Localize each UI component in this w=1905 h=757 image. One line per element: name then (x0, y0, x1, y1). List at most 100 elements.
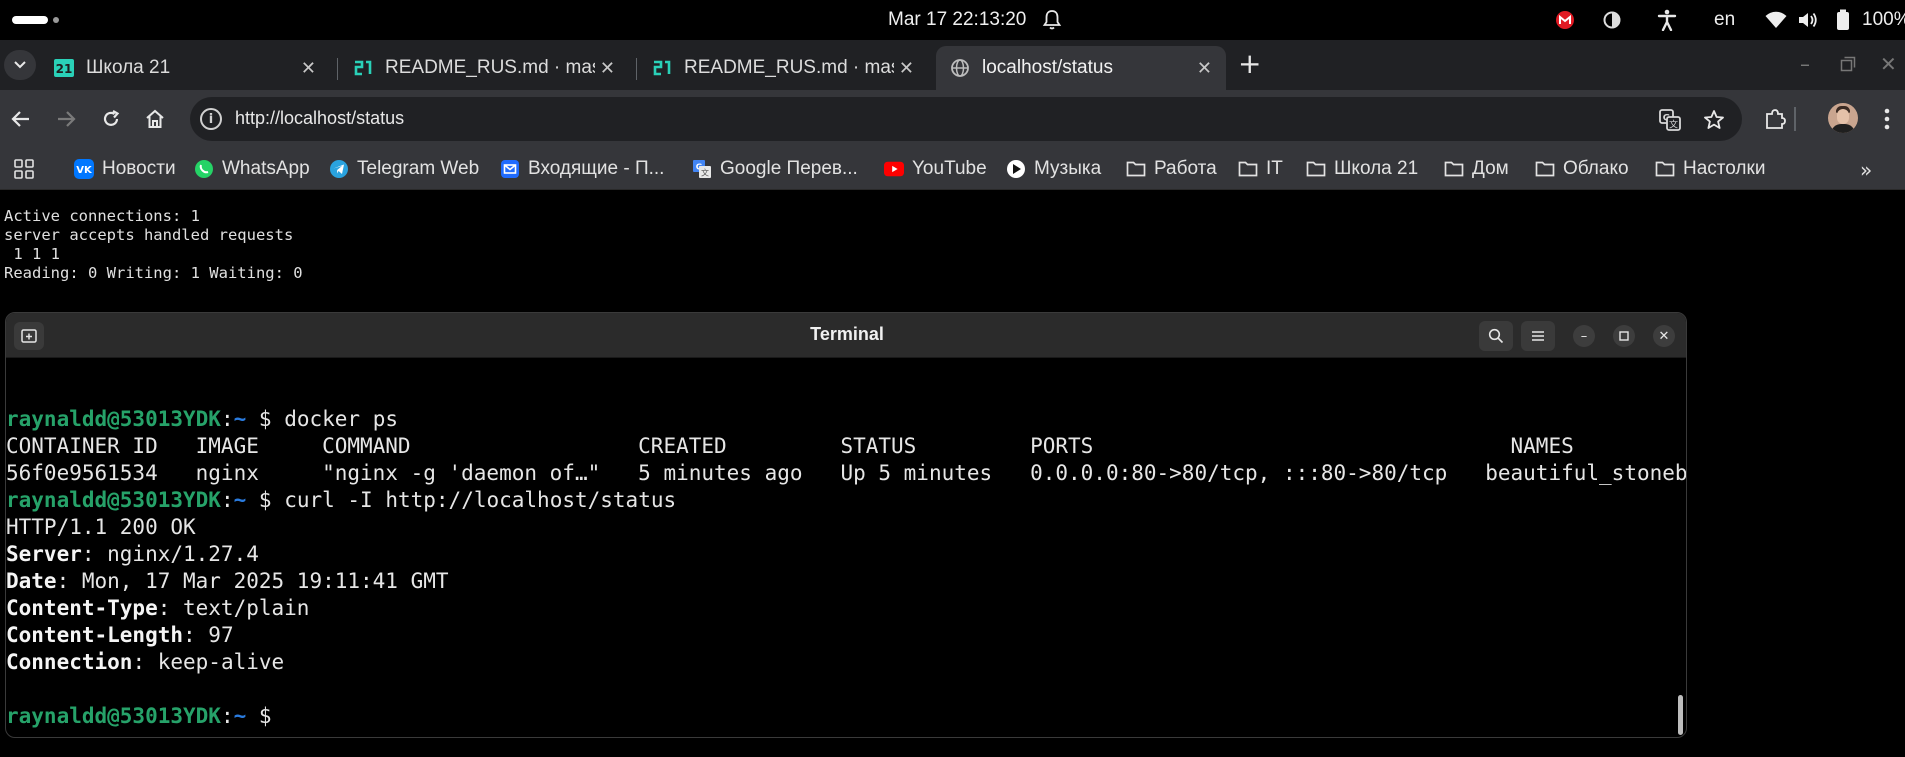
header-key: Server (6, 542, 82, 566)
status-line: Reading: 0 Writing: 1 Waiting: 0 (4, 264, 303, 282)
home-icon[interactable] (142, 106, 168, 132)
tab-separator (337, 58, 338, 80)
header-value: : keep-alive (132, 650, 285, 674)
bookmark-label: Входящие - П... (528, 158, 665, 179)
music-icon (1006, 159, 1026, 179)
bookmark-folder[interactable]: Школа 21 (1306, 155, 1418, 183)
bookmark-item[interactable]: Telegram Web (329, 155, 479, 183)
whatsapp-icon (194, 159, 214, 179)
bookmark-item[interactable]: Музыка (1006, 155, 1101, 183)
header-value: : 97 (183, 623, 234, 647)
browser-tab[interactable]: 21 Школа 21 ✕ (40, 46, 330, 90)
notification-bell-icon[interactable] (1042, 9, 1062, 31)
keyboard-layout-indicator[interactable]: en (1714, 9, 1735, 31)
folder-icon (1238, 159, 1258, 179)
bookmark-item[interactable]: G文 Google Перев... (692, 155, 858, 183)
http-status-line: HTTP/1.1 200 OK (6, 515, 196, 539)
prompt-dollar: $ (246, 488, 285, 512)
terminal-search-icon[interactable] (1479, 321, 1513, 351)
bookmark-folder[interactable]: Работа (1126, 155, 1217, 183)
translate-page-icon[interactable]: G文 (1658, 108, 1682, 132)
reload-icon[interactable] (98, 106, 124, 132)
terminal-output[interactable]: raynaldd@53013YDK:~ $ docker ps CONTAINE… (6, 359, 1686, 737)
tab-title: Школа 21 (86, 57, 171, 78)
bookmark-item[interactable]: WhatsApp (194, 155, 310, 183)
battery-icon[interactable] (1836, 8, 1850, 32)
header-value: : nginx/1.27.4 (81, 542, 259, 566)
bookmark-item[interactable]: YouTube (884, 155, 987, 183)
bookmark-label: WhatsApp (222, 158, 310, 179)
system-top-bar: Mar 17 22:13:20 en 100% (0, 0, 1905, 40)
terminal-menu-icon[interactable] (1521, 321, 1555, 351)
header-key: Connection (6, 650, 133, 674)
terminal-title: Terminal (810, 324, 884, 344)
bookmark-folder[interactable]: Облако (1535, 155, 1629, 183)
bookmark-label: Google Перев... (720, 158, 858, 179)
extensions-puzzle-icon[interactable] (1762, 106, 1788, 132)
browser-tab[interactable]: README_RUS.md · master ✕ (339, 46, 629, 90)
bookmark-star-icon[interactable] (1702, 108, 1726, 132)
telegram-icon (329, 159, 349, 179)
close-tab-icon[interactable]: ✕ (600, 58, 615, 79)
new-tab-button[interactable]: + (1238, 50, 1261, 78)
bookmark-label: Музыка (1034, 158, 1102, 179)
more-menu-icon[interactable] (1874, 106, 1900, 132)
folder-icon (1126, 159, 1146, 179)
http-header-line: Content-Length: 97 (6, 622, 234, 649)
header-key: Date (6, 569, 57, 593)
browser-tab-active[interactable]: localhost/status ✕ (936, 46, 1226, 90)
clock[interactable]: Mar 17 22:13:20 (888, 9, 1026, 31)
apps-grid-icon[interactable] (14, 155, 34, 183)
svg-text:文: 文 (701, 168, 709, 178)
profile-avatar[interactable] (1828, 103, 1858, 133)
prompt-user: raynaldd@53013YDK (6, 407, 221, 431)
terminal-window[interactable]: Terminal – ✕ raynaldd@53013YDK:~ $ docke… (5, 312, 1687, 738)
school21-icon: 21 (54, 58, 74, 78)
tab-search-button[interactable] (4, 50, 36, 80)
volume-icon[interactable] (1797, 8, 1819, 32)
close-tab-icon[interactable]: ✕ (1197, 58, 1212, 79)
bookmark-folder[interactable]: Настолки (1655, 155, 1765, 183)
terminal-maximize-icon[interactable] (1613, 325, 1635, 347)
browser-tab[interactable]: README_RUS.md · master ✕ (638, 46, 928, 90)
screen-recording-icon[interactable] (1555, 8, 1575, 32)
terminal-line: raynaldd@53013YDK:~ $ (6, 703, 284, 730)
site-info-icon[interactable]: i (200, 108, 222, 130)
close-tab-icon[interactable]: ✕ (301, 58, 316, 79)
minimize-window-icon[interactable]: – (1800, 52, 1810, 76)
status-line: server accepts handled requests (4, 226, 294, 244)
workspace-indicator-active[interactable] (12, 16, 48, 24)
night-light-icon[interactable] (1602, 8, 1622, 32)
folder-icon (1655, 159, 1675, 179)
bookmark-item[interactable]: VK Новости (74, 155, 176, 183)
accessibility-icon[interactable] (1657, 8, 1677, 32)
address-bar[interactable]: i http://localhost/status G文 (190, 97, 1742, 141)
status-line: 1 1 1 (4, 245, 60, 263)
forward-arrow-icon[interactable] (53, 106, 79, 132)
bookmark-folder[interactable]: IT (1238, 155, 1283, 183)
bookmark-item[interactable]: Входящие - П... (500, 155, 664, 183)
http-header-line: Server: nginx/1.27.4 (6, 541, 259, 568)
http-header-line: Date: Mon, 17 Mar 2025 19:11:41 GMT (6, 568, 449, 595)
status-line: Active connections: 1 (4, 207, 200, 225)
bookmark-folder[interactable]: Дом (1444, 155, 1509, 183)
header-value: : Mon, 17 Mar 2025 19:11:41 GMT (56, 569, 449, 593)
wifi-icon[interactable] (1765, 8, 1787, 32)
terminal-close-icon[interactable]: ✕ (1653, 325, 1675, 347)
terminal-scrollbar[interactable] (1678, 695, 1683, 735)
prompt-dollar: $ (246, 704, 285, 728)
workspace-indicator-inactive[interactable] (53, 17, 59, 23)
prompt-path: ~ (233, 407, 247, 431)
terminal-minimize-icon[interactable]: – (1573, 325, 1595, 347)
address-bar-url[interactable]: http://localhost/status (235, 108, 404, 129)
youtube-icon (884, 159, 904, 179)
http-header-line: Connection: keep-alive (6, 649, 284, 676)
chevron-double-right-icon[interactable]: » (1860, 158, 1872, 182)
close-tab-icon[interactable]: ✕ (899, 58, 914, 79)
close-window-icon[interactable]: ✕ (1880, 52, 1897, 76)
battery-percentage: 100% (1862, 9, 1905, 30)
terminal-header-bar[interactable]: Terminal – ✕ (6, 313, 1686, 358)
avatar-body (1831, 124, 1855, 133)
back-arrow-icon[interactable] (8, 106, 34, 132)
maximize-window-icon[interactable] (1840, 53, 1856, 77)
